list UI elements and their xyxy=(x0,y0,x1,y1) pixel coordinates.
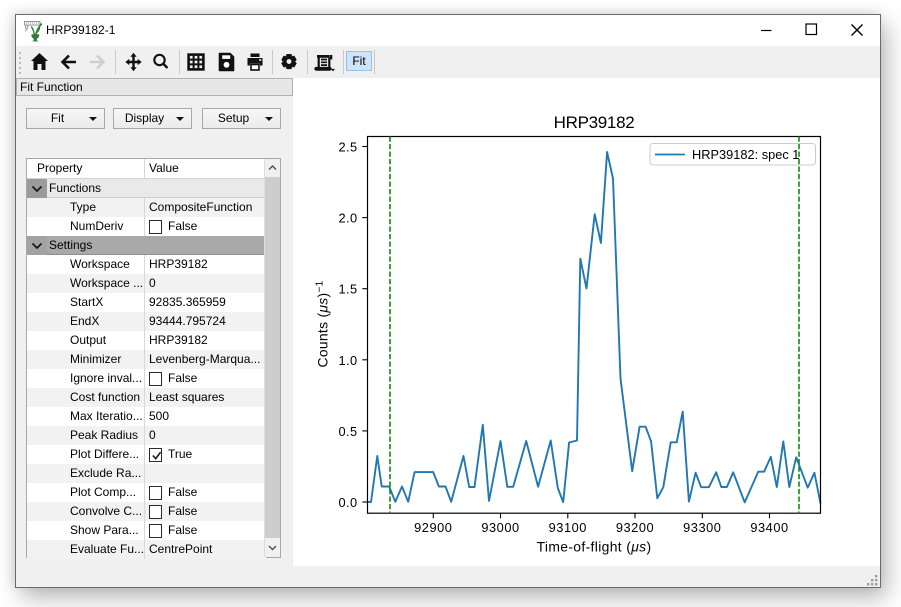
svg-text:93200: 93200 xyxy=(616,520,654,535)
svg-text:0.0: 0.0 xyxy=(339,495,358,510)
svg-text:1.0: 1.0 xyxy=(339,352,358,367)
svg-text:1.5: 1.5 xyxy=(339,281,358,296)
svg-text:HRP39182: spec 1: HRP39182: spec 1 xyxy=(692,147,799,162)
svg-text:Counts (μs)−1: Counts (μs)−1 xyxy=(315,280,331,367)
svg-text:93300: 93300 xyxy=(683,520,721,535)
svg-text:93400: 93400 xyxy=(750,520,788,535)
svg-text:93000: 93000 xyxy=(481,520,519,535)
svg-text:Time-of-flight (μs): Time-of-flight (μs) xyxy=(537,538,652,554)
svg-text:HRP39182: HRP39182 xyxy=(554,112,635,131)
svg-text:93100: 93100 xyxy=(549,520,587,535)
svg-text:2.5: 2.5 xyxy=(339,139,358,154)
svg-text:0.5: 0.5 xyxy=(339,423,358,438)
svg-text:2.0: 2.0 xyxy=(339,210,358,225)
svg-text:92900: 92900 xyxy=(414,520,452,535)
